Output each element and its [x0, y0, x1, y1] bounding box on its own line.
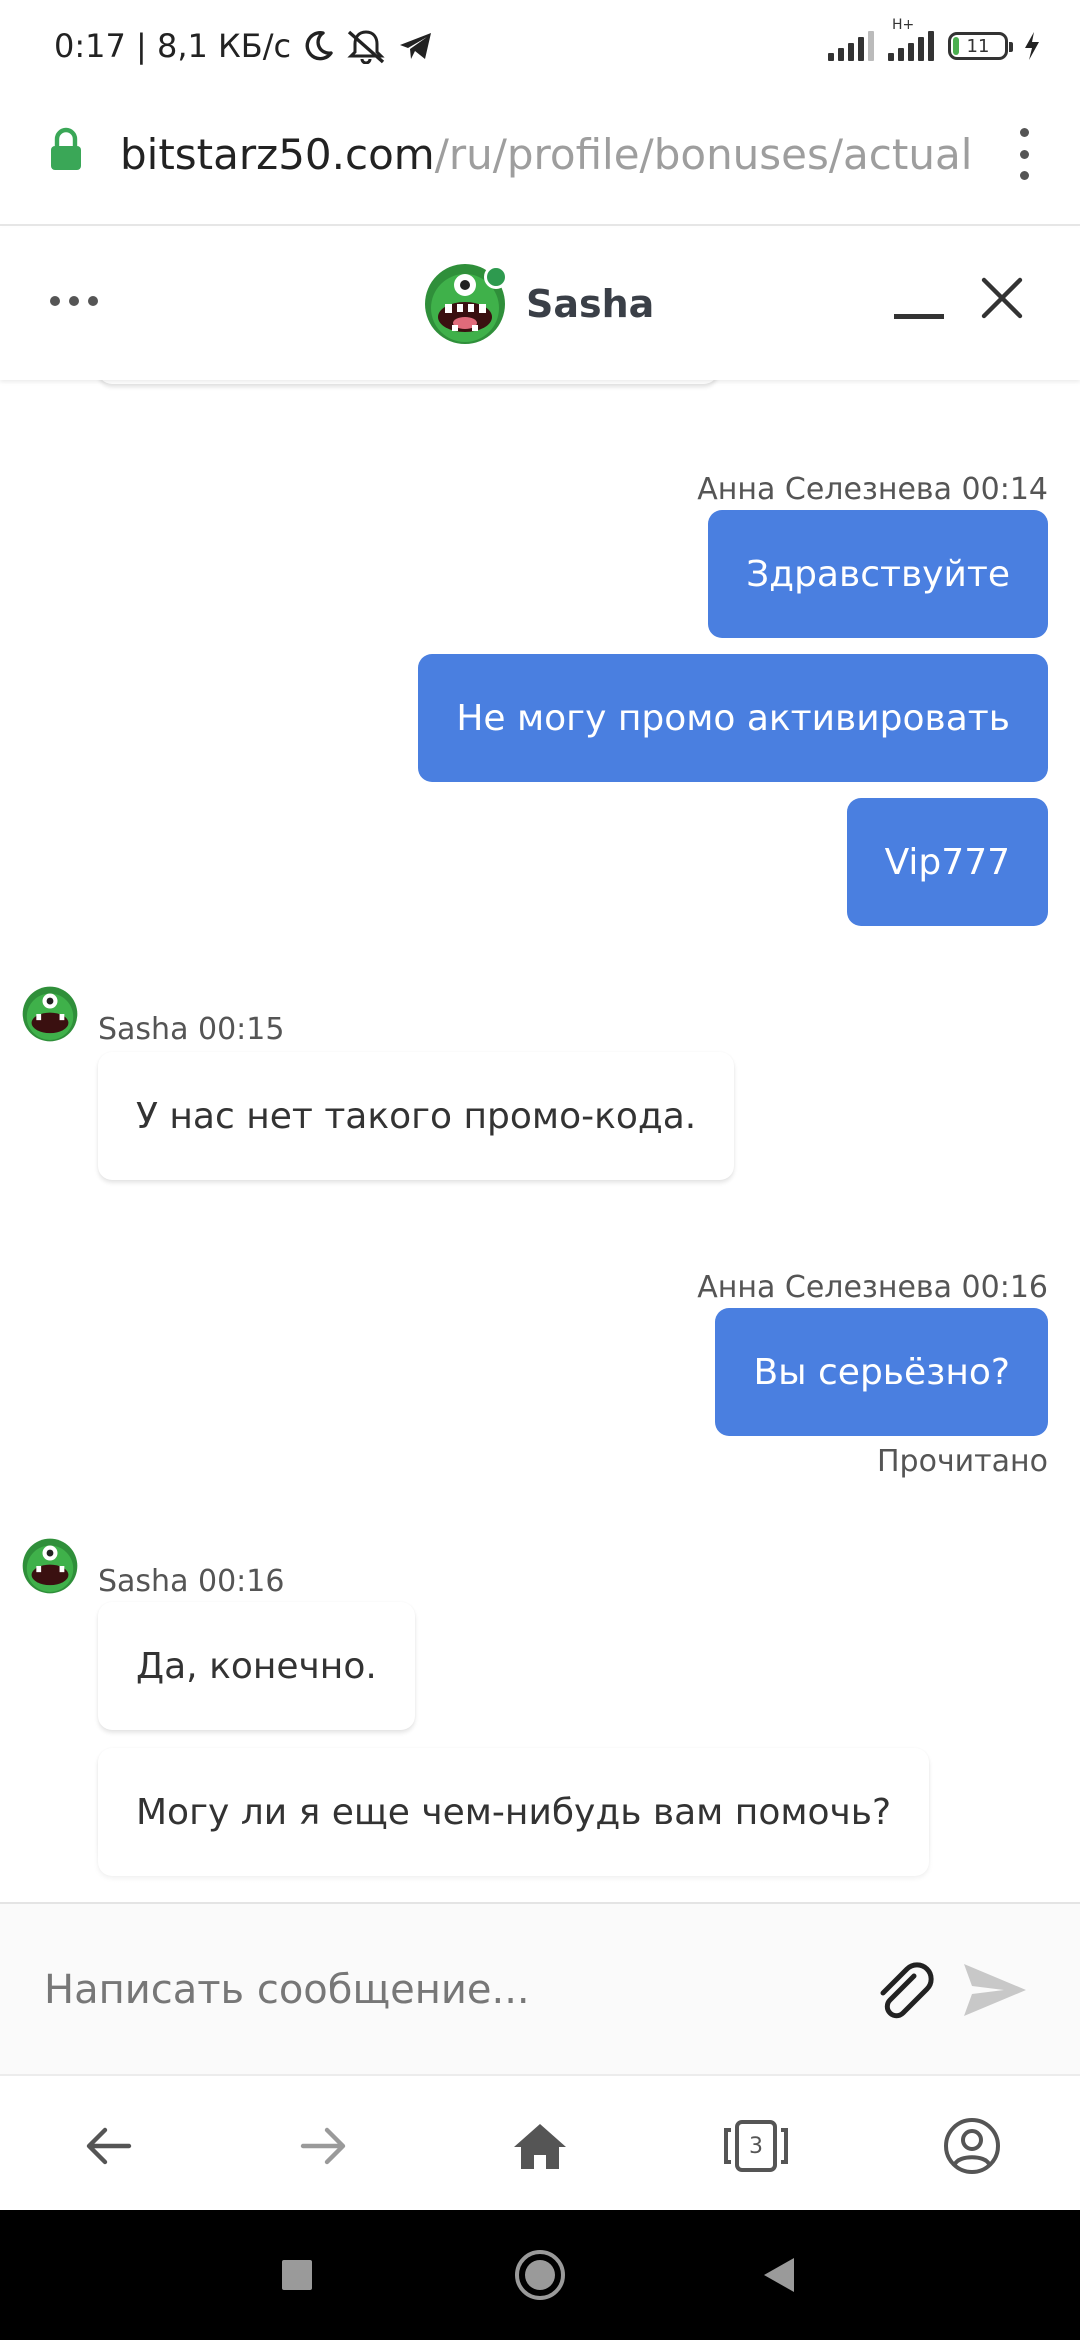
avatar [424, 263, 508, 345]
lock-icon[interactable] [48, 126, 84, 172]
telegram-icon [400, 33, 432, 59]
home-icon [514, 2124, 566, 2169]
account-button[interactable] [936, 2110, 1008, 2182]
browser-address-bar: bitstarz50.com/ru/profile/bonuses/actual [0, 92, 1080, 226]
forward-button[interactable] [288, 2110, 360, 2182]
agent-name: Sasha [526, 282, 655, 326]
home-circle-icon[interactable] [512, 2246, 568, 2304]
back-arrow-icon [86, 2127, 132, 2165]
muted-bell-icon [347, 30, 385, 64]
scroll-fade [0, 1842, 1080, 1902]
minimize-icon[interactable] [894, 314, 944, 322]
outgoing-message: Вы серьёзно? [715, 1308, 1048, 1436]
read-receipt: Прочитано [876, 1444, 1048, 1479]
status-right: H+ 11 [828, 17, 1042, 68]
status-left: 0:17 | 8,1 КБ/с [54, 24, 435, 68]
incoming-message: Да, конечно. [98, 1602, 415, 1730]
tabs-button[interactable]: 3 [720, 2110, 792, 2182]
avatar [22, 1538, 78, 1594]
send-icon[interactable] [960, 1960, 1030, 2020]
forward-arrow-icon [300, 2127, 346, 2165]
paperclip-icon[interactable] [872, 1956, 938, 2022]
message-meta-user: Анна Селезнева 00:14 [697, 472, 1048, 507]
battery-level: 11 [966, 35, 990, 57]
account-icon [944, 2118, 1000, 2174]
url-field[interactable]: bitstarz50.com/ru/profile/bonuses/actual [120, 124, 972, 184]
home-button[interactable] [504, 2110, 576, 2182]
outgoing-message: Vip777 [846, 798, 1048, 926]
online-status-dot [484, 265, 508, 289]
battery-icon: 11 [948, 32, 1013, 60]
url-host: bitstarz50.com [120, 129, 435, 179]
network-type: H+ [892, 17, 915, 33]
browser-toolbar: 3 [0, 2074, 1080, 2210]
signal-icon [828, 31, 874, 61]
signal-icon: H+ [888, 17, 934, 61]
kebab-menu-icon[interactable] [1012, 122, 1036, 186]
message-meta-agent: Sasha 00:15 [98, 1012, 285, 1047]
tab-count: 3 [749, 2133, 763, 2159]
outgoing-message: Не могу промо активировать [418, 654, 1048, 782]
message-meta-user: Анна Селезнева 00:16 [697, 1270, 1048, 1305]
recents-icon[interactable] [280, 2246, 314, 2304]
avatar [22, 986, 78, 1042]
incoming-message: У нас нет такого промо-кода. [98, 1052, 735, 1180]
outgoing-message: Здравствуйте [708, 510, 1048, 638]
system-navigation-bar [0, 2210, 1080, 2340]
url-path: /ru/profile/bonuses/actual [434, 129, 973, 179]
back-button[interactable] [72, 2110, 144, 2182]
moon-icon [305, 31, 333, 61]
message-meta-agent: Sasha 00:16 [98, 1564, 285, 1599]
chat-header: Sasha [0, 228, 1080, 380]
message-composer [0, 1902, 1080, 2074]
status-bar: 0:17 | 8,1 КБ/с H+ 11 [0, 0, 1080, 92]
previous-message [98, 380, 718, 384]
status-time: 0:17 | 8,1 КБ/с [54, 27, 292, 65]
agent-info: Sasha [424, 262, 654, 346]
back-triangle-icon[interactable] [760, 2246, 800, 2304]
message-input[interactable] [44, 1944, 824, 2036]
message-list[interactable]: Анна Селезнева 00:14 Здравствуйте Не мог… [0, 380, 1080, 1902]
close-icon[interactable] [980, 276, 1024, 320]
charging-icon [1025, 32, 1039, 60]
battery-fill [953, 37, 959, 55]
more-icon[interactable] [50, 296, 98, 306]
